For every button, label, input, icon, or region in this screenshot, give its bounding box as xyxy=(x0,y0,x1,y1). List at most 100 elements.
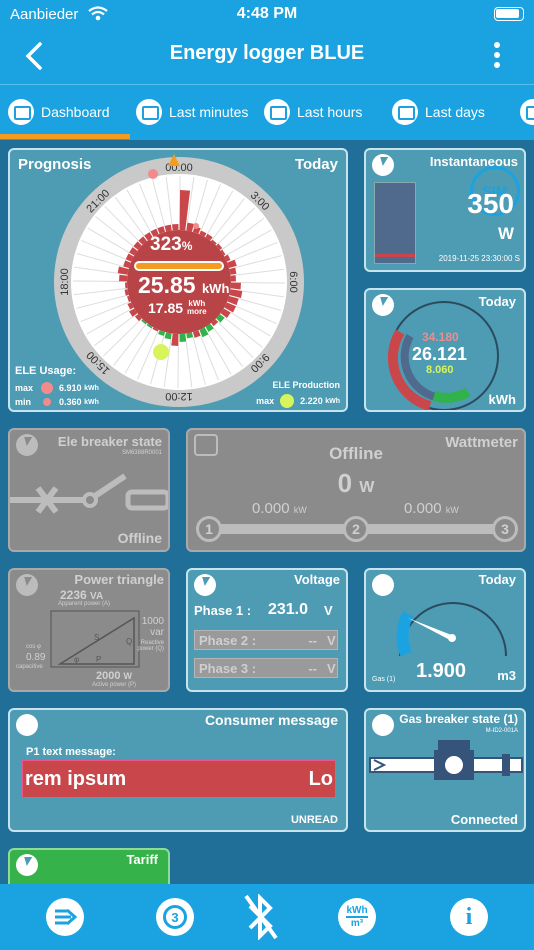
instantaneous-card[interactable]: Instantaneous SIM 350 W 2019-11-25 23:30… xyxy=(364,148,526,272)
tab-label: Last hours xyxy=(297,104,363,120)
production-dot-icon xyxy=(280,394,295,408)
clock-sector xyxy=(119,274,128,282)
clock-sector xyxy=(230,282,241,290)
gas-unit: m3 xyxy=(497,668,516,683)
voltage-card[interactable]: Voltage Phase 1 : 231.0 V Phase 2 : -- V… xyxy=(186,568,348,692)
dashboard-icon xyxy=(8,99,34,125)
tab-dashboard[interactable]: Dashboard xyxy=(8,97,110,127)
breaker-state: Offline xyxy=(117,530,162,546)
chart-icon xyxy=(136,99,162,125)
wattmeter-card[interactable]: Wattmeter Offline 0 W 0.000 kW 0.000 kW … xyxy=(186,428,526,552)
message-status: UNREAD xyxy=(290,814,338,826)
cos-label: cos φ xyxy=(26,644,41,650)
power-bar-fill xyxy=(375,254,415,257)
power-triangle-card[interactable]: Power triangle 2236 VA Apparent power (A… xyxy=(8,568,170,692)
active-tab-indicator xyxy=(0,134,130,139)
clock-hour-label: 12:00 xyxy=(165,390,193,402)
kwh-m3-icon[interactable]: kWh m³ xyxy=(338,898,376,936)
clock-hour-label: 6:00 xyxy=(287,271,299,292)
tab-label: Last minutes xyxy=(169,104,249,120)
breaker-serial: SM6388R0001 xyxy=(121,450,162,456)
chart-icon xyxy=(264,99,290,125)
min-usage-marker xyxy=(193,223,199,229)
ele-breaker-card[interactable]: Ele breaker state SM6388R0001 Offline xyxy=(8,428,170,552)
nav-bar: Energy logger BLUE xyxy=(0,28,534,84)
side-s: S xyxy=(94,633,99,642)
message-ticker: rem ipsum Lo xyxy=(22,760,336,798)
battery-icon xyxy=(494,7,524,21)
wattmeter-right: 0.000 kW xyxy=(404,500,459,517)
kwh-value: 25.85 kWh xyxy=(138,272,230,298)
side-p: P xyxy=(96,655,101,664)
today-kwh-card[interactable]: Today 34.180 26.121 8.060 kWh xyxy=(364,288,526,412)
instant-unit: W xyxy=(497,224,514,243)
active-label: Active power (P) xyxy=(92,682,137,688)
ele-usage-label: ELE Usage: xyxy=(15,365,77,377)
chart-icon xyxy=(392,99,418,125)
usage-min-row: min 0.360 kWh xyxy=(15,397,99,407)
chart-icon xyxy=(520,99,534,125)
status-bar: Aanbieder 4:48 PM xyxy=(0,0,534,28)
kwh-more: 17.85 kWh more xyxy=(148,299,207,317)
kwh-unit: kWh xyxy=(488,392,516,407)
production-max-row: max 2.220 kWh xyxy=(256,394,340,408)
more-menu-icon[interactable] xyxy=(494,42,500,72)
card-title: Power triangle xyxy=(74,572,164,587)
apparent-label: Apparent power (A) xyxy=(58,601,111,607)
bolt-icon xyxy=(194,574,216,596)
max-production-marker xyxy=(153,344,169,360)
arrow-menu-icon[interactable] xyxy=(46,898,84,936)
consumer-message-card[interactable]: Consumer message P1 text message: rem ip… xyxy=(8,708,348,832)
card-title: Voltage xyxy=(294,572,340,587)
clock-sector xyxy=(179,333,187,342)
phase-1-row: Phase 1 : 231.0 V xyxy=(194,601,333,618)
side-q: Q xyxy=(126,637,132,646)
max-usage-marker xyxy=(148,169,158,179)
breaker-switch-icon xyxy=(10,473,168,514)
gas-value: 1.900 xyxy=(416,660,467,682)
bolt-icon xyxy=(16,434,38,456)
search-3-icon[interactable]: 3 xyxy=(156,898,194,936)
bottom-toolbar: 3 kWh m³ i xyxy=(0,884,534,950)
wattmeter-state: Offline xyxy=(329,444,383,463)
tab-bar: Dashboard Last minutes Last hours Last d… xyxy=(0,84,534,140)
tab-last-minutes[interactable]: Last minutes xyxy=(136,97,248,127)
bolt-icon xyxy=(372,154,394,176)
bluetooth-off-icon[interactable] xyxy=(244,894,278,940)
wattmeter-left: 0.000 kW xyxy=(252,500,307,517)
min-dot-icon xyxy=(43,398,52,406)
card-title: Tariff xyxy=(126,852,158,867)
gas-breaker-card[interactable]: Gas breaker state (1) M-ID2-001A Connect… xyxy=(364,708,526,832)
progress-fill xyxy=(136,263,222,269)
instant-timestamp: 2019-11-25 23:30:00 S xyxy=(438,254,520,263)
tab-label: Last days xyxy=(425,104,485,120)
gauge-needle xyxy=(408,618,454,640)
message-subtitle: P1 text message: xyxy=(26,746,116,758)
bolt-icon xyxy=(16,854,38,876)
production-value: 8.060 xyxy=(426,364,454,376)
phase-2-row: Phase 2 : -- V xyxy=(194,630,338,650)
message-icon xyxy=(16,714,38,736)
wattmeter-value: 0 W xyxy=(337,468,375,498)
active-value: 2000 W xyxy=(96,670,133,682)
usage-value: 34.180 xyxy=(422,330,459,344)
card-title: Ele breaker state xyxy=(57,434,162,449)
tab-last-days[interactable]: Last days xyxy=(392,97,485,127)
max-dot-icon xyxy=(41,382,54,394)
tab-last-hours[interactable]: Last hours xyxy=(264,97,362,127)
power-bar xyxy=(374,182,416,264)
clock-hour-label: 18:00 xyxy=(59,268,71,296)
apparent-value: 2236 VA xyxy=(60,588,104,602)
gas-gauge-fill xyxy=(396,611,414,657)
gas-breaker-serial: M-ID2-001A xyxy=(485,728,518,734)
gas-valve-icon xyxy=(369,740,523,780)
reactive-value: 1000 var xyxy=(141,616,164,638)
triangle-diagram: S Q P φ xyxy=(50,610,140,668)
flame-icon xyxy=(372,714,394,736)
prognosis-card[interactable]: Prognosis Today 00:00 3:00 6:00 9:00 12:00 15… xyxy=(8,148,348,412)
tab-more[interactable] xyxy=(520,97,534,127)
info-icon[interactable]: i xyxy=(450,898,488,936)
bolt-icon xyxy=(16,574,38,596)
gas-today-card[interactable]: Today Gas (1) 1.900 m3 xyxy=(364,568,526,692)
net-value: 26.121 xyxy=(412,344,468,364)
